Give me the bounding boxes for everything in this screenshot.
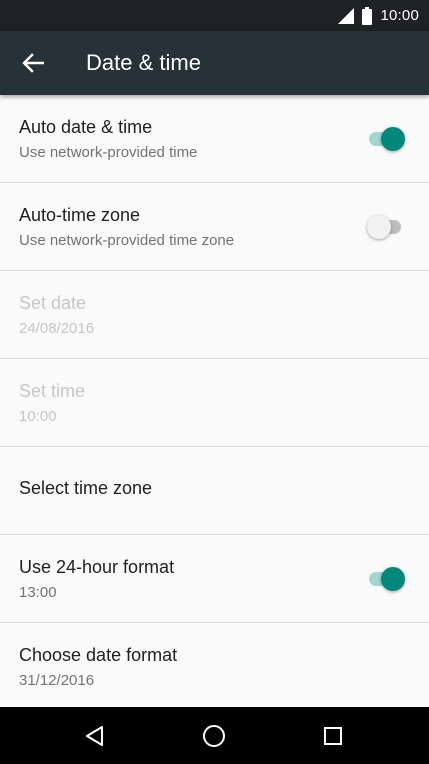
setting-title: Auto-time zone: [19, 205, 141, 225]
setting-use-24-hour-format[interactable]: Use 24-hour format 13:00: [0, 535, 429, 623]
setting-set-time: Set time 10:00: [0, 359, 429, 447]
setting-title: Use 24-hour format: [19, 557, 175, 577]
toggle-thumb: [381, 567, 405, 591]
auto-date-time-toggle[interactable]: [367, 127, 405, 151]
setting-summary: 24/08/2016: [19, 320, 95, 337]
setting-title: Choose date format: [19, 645, 178, 665]
toggle-thumb: [367, 215, 391, 239]
setting-set-date: Set date 24/08/2016: [0, 271, 429, 359]
toggle-thumb: [381, 127, 405, 151]
nav-home-button[interactable]: [199, 721, 229, 751]
setting-select-time-zone[interactable]: Select time zone: [0, 447, 429, 535]
app-bar: Date & time: [0, 31, 429, 95]
recents-square-icon: [324, 727, 342, 745]
setting-title: Select time zone: [19, 478, 153, 498]
setting-auto-date-time[interactable]: Auto date & time Use network-provided ti…: [0, 95, 429, 183]
use-24-hour-toggle[interactable]: [367, 567, 405, 591]
nav-back-button[interactable]: [80, 721, 110, 751]
settings-list: Auto date & time Use network-provided ti…: [0, 95, 429, 710]
back-triangle-icon: [86, 726, 103, 746]
setting-title: Set date: [19, 293, 87, 313]
home-circle-icon: [203, 725, 225, 747]
setting-choose-date-format[interactable]: Choose date format 31/12/2016: [0, 623, 429, 710]
page-title: Date & time: [86, 50, 201, 75]
signal-icon: [338, 7, 355, 24]
status-icons: 10:00: [338, 0, 419, 31]
setting-title: Auto date & time: [19, 117, 153, 137]
auto-time-zone-toggle[interactable]: [367, 215, 405, 239]
navigation-bar: [0, 707, 429, 764]
status-time: 10:00: [380, 7, 419, 24]
setting-auto-time-zone[interactable]: Auto-time zone Use network-provided time…: [0, 183, 429, 271]
setting-summary: 13:00: [19, 584, 57, 601]
nav-recents-button[interactable]: [318, 721, 348, 751]
setting-title: Set time: [19, 381, 86, 401]
setting-summary: Use network-provided time: [19, 144, 198, 161]
status-bar: 10:00: [0, 0, 429, 31]
setting-summary: 31/12/2016: [19, 672, 95, 689]
setting-summary: 10:00: [19, 408, 57, 425]
setting-summary: Use network-provided time zone: [19, 232, 235, 249]
back-button[interactable]: [18, 49, 48, 77]
battery-icon: [362, 6, 373, 25]
arrow-back-icon: [22, 53, 44, 73]
